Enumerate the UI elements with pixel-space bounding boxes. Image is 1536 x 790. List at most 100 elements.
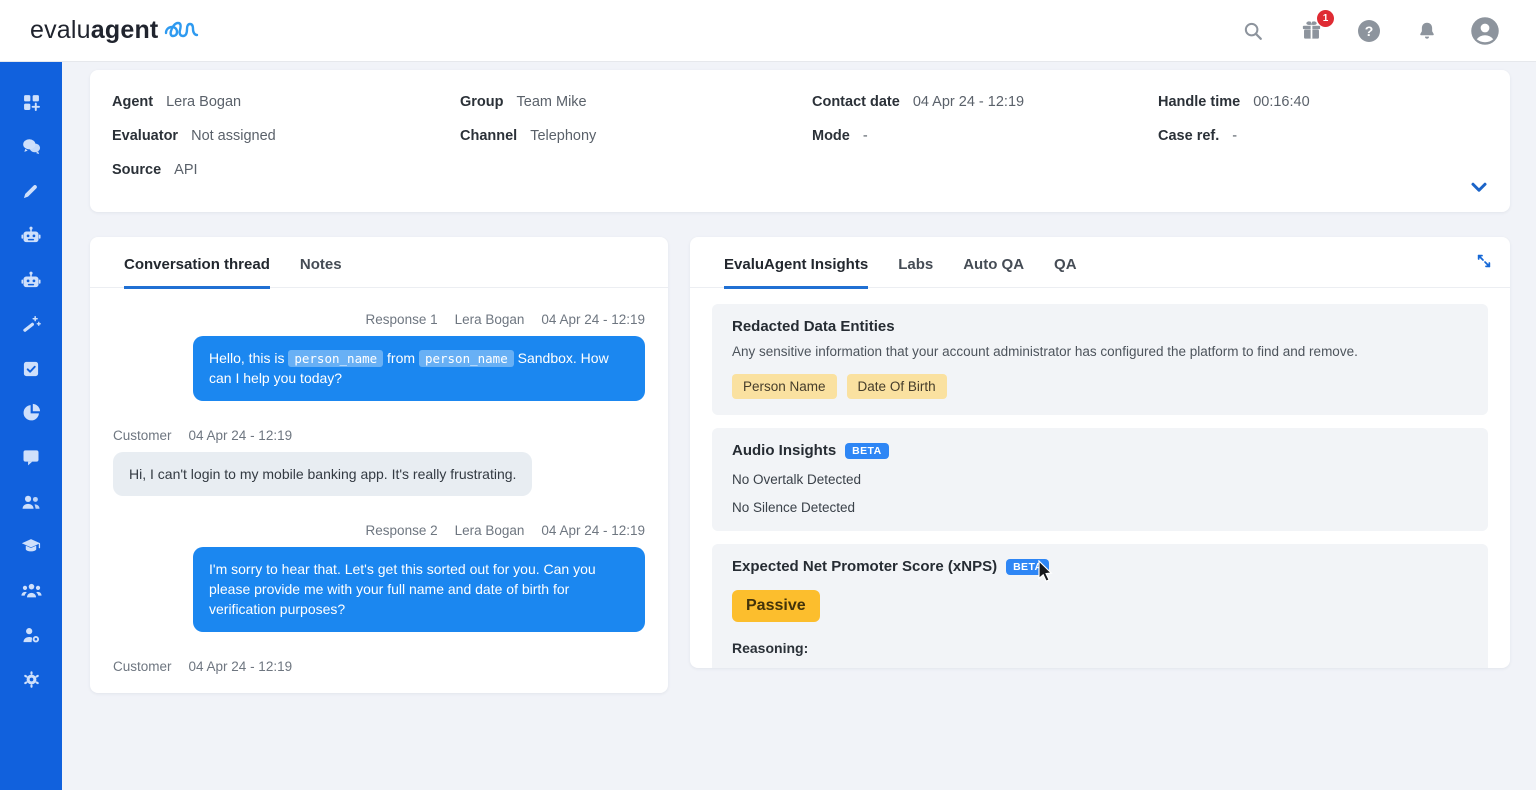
sidebar-item-conversations[interactable] <box>9 124 53 168</box>
tab-auto-qa[interactable]: Auto QA <box>963 256 1024 287</box>
section-title: Audio Insights <box>732 442 836 459</box>
sidebar-item-tasks[interactable] <box>9 346 53 390</box>
field-value: Team Mike <box>517 92 587 113</box>
beta-badge: BETA <box>1006 559 1049 575</box>
team-icon <box>20 579 43 602</box>
author-name: Customer <box>113 428 172 443</box>
field-source: Source API <box>112 160 460 181</box>
checkbox-icon <box>21 359 41 379</box>
field-value: 04 Apr 24 - 12:19 <box>913 92 1024 113</box>
xnps-score-badge: Passive <box>732 590 820 622</box>
field-handle-time: Handle time 00:16:40 <box>1158 92 1488 113</box>
message-meta: Customer 04 Apr 24 - 12:19 <box>113 659 645 674</box>
field-mode: Mode - <box>812 126 1158 147</box>
sidebar-item-settings[interactable] <box>9 657 53 701</box>
expand-icon[interactable] <box>1476 253 1492 274</box>
timestamp: 04 Apr 24 - 12:19 <box>189 659 293 674</box>
sidebar-item-magic[interactable] <box>9 302 53 346</box>
conversation-tabs: Conversation thread Notes <box>90 237 668 288</box>
sidebar-item-auto-qa-bot[interactable] <box>9 258 53 302</box>
settings-gear-icon <box>21 669 42 690</box>
field-value: 00:16:40 <box>1253 92 1309 113</box>
pie-chart-icon <box>21 402 42 423</box>
agent-message-bubble: I'm sorry to hear that. Let's get this s… <box>193 547 645 632</box>
logo-text-regular: evalu <box>30 16 91 45</box>
logo-text-bold: agent <box>91 16 159 45</box>
dashboard-icon <box>21 92 42 113</box>
logo-squiggle-icon <box>164 20 200 42</box>
field-value: Telephony <box>530 126 596 147</box>
message-text: Hello, this is <box>209 350 288 366</box>
bell-icon[interactable] <box>1410 14 1444 48</box>
sidebar-item-users[interactable] <box>9 480 53 524</box>
magic-wand-icon <box>21 314 42 335</box>
tab-evaluagent-insights[interactable]: EvaluAgent Insights <box>724 256 868 289</box>
timestamp: 04 Apr 24 - 12:19 <box>541 312 645 327</box>
field-label: Case ref. <box>1158 126 1219 147</box>
section-description: Any sensitive information that your acco… <box>732 344 1468 359</box>
field-label: Group <box>460 92 504 113</box>
graduation-cap-icon <box>20 535 42 557</box>
field-value: - <box>863 126 868 147</box>
reasoning-text: The customer's issue was resolved, but t… <box>732 666 1468 668</box>
bot-alt-icon <box>20 269 42 291</box>
author-name: Lera Bogan <box>455 312 525 327</box>
top-header: evaluagent 1 ? <box>0 0 1536 62</box>
sidebar-item-teams[interactable] <box>9 568 53 612</box>
bot-icon <box>20 224 42 246</box>
tab-notes[interactable]: Notes <box>300 256 342 287</box>
author-name: Lera Bogan <box>455 523 525 538</box>
tab-qa[interactable]: QA <box>1054 256 1077 287</box>
gift-icon[interactable]: 1 <box>1294 14 1328 48</box>
sidebar-item-feedback[interactable] <box>9 435 53 479</box>
sidebar-item-evaluations[interactable] <box>9 169 53 213</box>
field-label: Agent <box>112 92 153 113</box>
xnps-section: Expected Net Promoter Score (xNPS) BETA … <box>712 544 1488 668</box>
agent-message-bubble: Hello, this is person_name from person_n… <box>193 336 645 401</box>
audio-insight-line: No Overtalk Detected <box>732 472 1468 487</box>
response-label: Response 2 <box>366 523 438 538</box>
message-meta: Customer 04 Apr 24 - 12:19 <box>113 428 645 443</box>
response-label: Response 1 <box>366 312 438 327</box>
reasoning-label: Reasoning: <box>732 640 1468 656</box>
field-label: Mode <box>812 126 850 147</box>
sidebar-item-user-admin[interactable] <box>9 613 53 657</box>
entity-chip-date-of-birth: Date Of Birth <box>847 374 947 399</box>
insights-panel: EvaluAgent Insights Labs Auto QA QA Reda… <box>690 237 1510 668</box>
contact-info-panel: Agent Lera Bogan Evaluator Not assigned … <box>90 70 1510 212</box>
timestamp: 04 Apr 24 - 12:19 <box>189 428 293 443</box>
chevron-down-icon[interactable] <box>1470 181 1488 200</box>
redacted-data-section: Redacted Data Entities Any sensitive inf… <box>712 304 1488 415</box>
avatar-icon[interactable] <box>1468 14 1502 48</box>
field-evaluator: Evaluator Not assigned <box>112 126 460 147</box>
sidebar-item-dashboard[interactable] <box>9 80 53 124</box>
comment-icon <box>21 447 41 467</box>
field-value: - <box>1232 126 1237 147</box>
evaluagent-logo: evaluagent <box>30 16 200 45</box>
message-text: from <box>383 350 419 366</box>
field-value: Lera Bogan <box>166 92 241 113</box>
sidebar-item-bot[interactable] <box>9 213 53 257</box>
field-contact-date: Contact date 04 Apr 24 - 12:19 <box>812 92 1158 113</box>
section-title: Redacted Data Entities <box>732 318 1468 335</box>
tab-labs[interactable]: Labs <box>898 256 933 287</box>
users-icon <box>20 491 42 513</box>
author-name: Customer <box>113 659 172 674</box>
message-meta: Response 1 Lera Bogan 04 Apr 24 - 12:19 <box>113 312 645 327</box>
sidebar-item-reports[interactable] <box>9 391 53 435</box>
search-icon[interactable] <box>1236 14 1270 48</box>
conversation-panel: Conversation thread Notes Response 1 Ler… <box>90 237 668 693</box>
sidebar-item-learning[interactable] <box>9 524 53 568</box>
field-value: Not assigned <box>191 126 276 147</box>
field-label: Contact date <box>812 92 900 113</box>
main-content: Agent Lera Bogan Evaluator Not assigned … <box>62 62 1536 790</box>
main-sidebar <box>0 62 62 790</box>
message-list[interactable]: Response 1 Lera Bogan 04 Apr 24 - 12:19 … <box>90 288 668 678</box>
help-icon[interactable]: ? <box>1352 14 1386 48</box>
entity-chip-person-name: Person Name <box>732 374 837 399</box>
field-group: Group Team Mike <box>460 92 812 113</box>
section-title: Expected Net Promoter Score (xNPS) <box>732 558 997 575</box>
field-label: Source <box>112 160 161 181</box>
tab-conversation-thread[interactable]: Conversation thread <box>124 256 270 289</box>
field-label: Channel <box>460 126 517 147</box>
